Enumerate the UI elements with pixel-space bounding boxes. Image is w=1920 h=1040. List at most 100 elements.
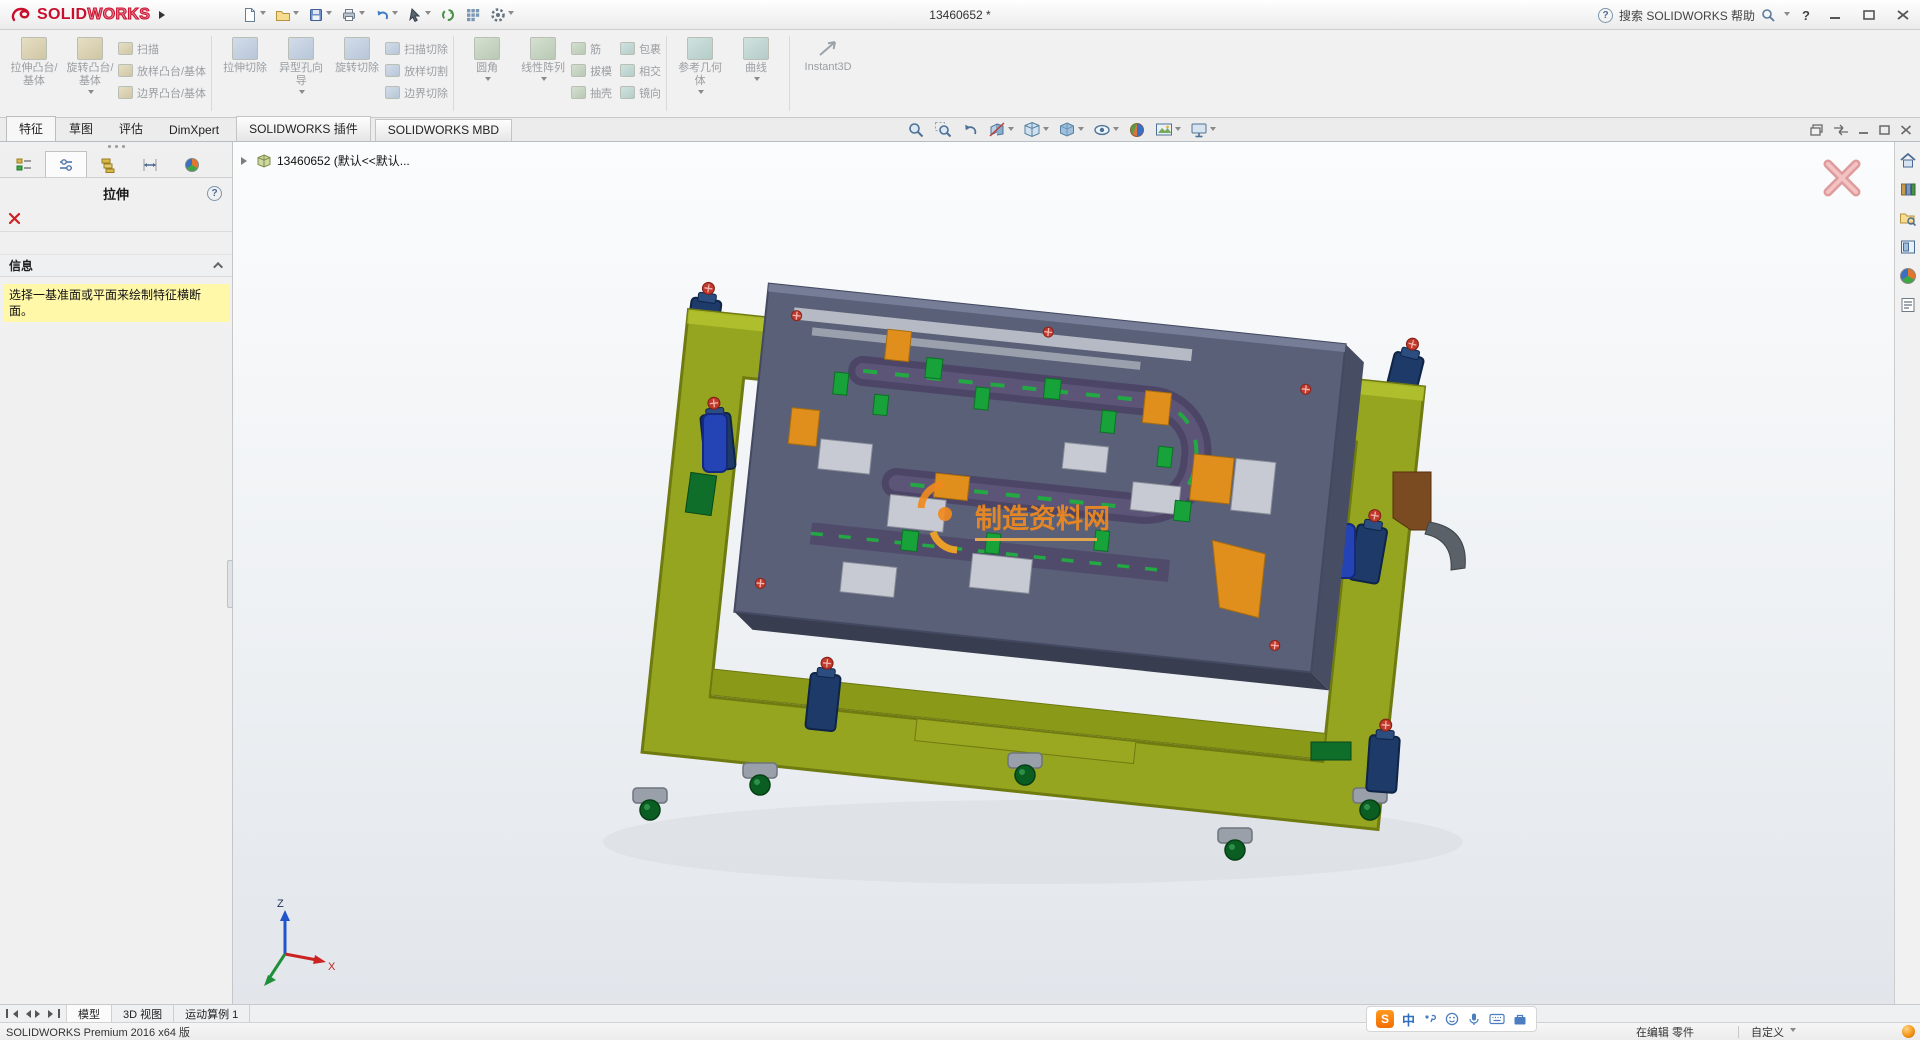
- punctuation-icon[interactable]: [1423, 1012, 1437, 1026]
- panel-grip[interactable]: [0, 142, 232, 151]
- linear-pattern-button[interactable]: 线性阵列: [515, 32, 571, 115]
- extruded-boss-button[interactable]: 拉伸凸台/基体: [6, 32, 62, 115]
- graphics-viewport[interactable]: 13460652 (默认<<默认...: [233, 142, 1894, 1004]
- display-manager-tab[interactable]: [171, 151, 213, 177]
- zoom-area-button[interactable]: [932, 120, 954, 140]
- property-manager-tab[interactable]: [45, 151, 87, 177]
- doc-window-minimize-icon[interactable]: [1858, 125, 1870, 135]
- instant3d-button[interactable]: Instant3D: [795, 32, 861, 115]
- view-settings-button[interactable]: [1188, 120, 1218, 140]
- section-view-button[interactable]: [986, 120, 1016, 140]
- display-style-button[interactable]: [1056, 120, 1086, 140]
- fixture-plate[interactable]: [733, 284, 1366, 691]
- swept-boss-button[interactable]: 扫描: [118, 41, 206, 56]
- extruded-cut-button[interactable]: 拉伸切除: [217, 32, 273, 115]
- mirror-button[interactable]: 镜向: [620, 85, 661, 100]
- zoom-fit-button[interactable]: [905, 120, 927, 140]
- apply-scene-button[interactable]: [1153, 120, 1183, 140]
- panel-splitter-handle[interactable]: [227, 560, 233, 608]
- view-orientation-button[interactable]: [1021, 120, 1051, 140]
- boundary-boss-button[interactable]: 边界凸台/基体: [118, 85, 206, 100]
- doc-window-close-icon[interactable]: [1900, 125, 1912, 135]
- save-button[interactable]: [305, 3, 335, 27]
- view-palette-icon[interactable]: [1900, 239, 1916, 255]
- shell-button[interactable]: 抽壳: [571, 85, 612, 100]
- draft-button[interactable]: 拔模: [571, 63, 612, 78]
- doc-window-maximize-icon[interactable]: [1879, 125, 1891, 135]
- lofted-cut-button[interactable]: 放样切割: [385, 63, 448, 78]
- ime-mode-toggle[interactable]: 中: [1402, 1010, 1415, 1029]
- rebuild-icon: [440, 7, 456, 23]
- message-section-header[interactable]: 信息: [0, 254, 232, 277]
- brand-expand-arrow-icon[interactable]: [159, 11, 169, 19]
- search-box[interactable]: ? 搜索 SOLIDWORKS 帮助: [1598, 7, 1790, 24]
- rib-button[interactable]: 筋: [571, 41, 612, 56]
- tab-model[interactable]: 模型: [67, 1005, 112, 1022]
- feature-tree-overlay[interactable]: 13460652 (默认<<默认...: [241, 152, 410, 169]
- window-close-button[interactable]: [1890, 5, 1916, 25]
- swept-cut-button[interactable]: 扫描切除: [385, 41, 448, 56]
- tab-sketch[interactable]: 草图: [56, 116, 106, 141]
- first-tab-button[interactable]: [6, 1009, 18, 1018]
- lofted-boss-button[interactable]: 放样凸台/基体: [118, 63, 206, 78]
- tab-motion-study[interactable]: 运动算例 1: [174, 1005, 250, 1022]
- tab-evaluate[interactable]: 评估: [106, 116, 156, 141]
- file-properties-button[interactable]: [462, 3, 484, 27]
- emoji-icon[interactable]: [1445, 1012, 1459, 1026]
- options-button[interactable]: [487, 3, 517, 27]
- new-document-button[interactable]: [239, 3, 269, 27]
- tab-3d-views[interactable]: 3D 视图: [112, 1005, 174, 1022]
- customize-menu[interactable]: 自定义: [1751, 1024, 1796, 1040]
- search-icon[interactable]: [1761, 8, 1776, 23]
- next-tab-button[interactable]: [35, 1010, 44, 1018]
- tab-dimxpert[interactable]: DimXpert: [156, 119, 232, 141]
- window-minimize-button[interactable]: [1822, 5, 1848, 25]
- confirmation-corner-cancel-icon[interactable]: [1820, 156, 1864, 200]
- previous-tab-button[interactable]: [22, 1010, 31, 1018]
- hole-wizard-button[interactable]: 异型孔向导: [273, 32, 329, 115]
- open-button[interactable]: [272, 3, 302, 27]
- doc-window-restore-icon[interactable]: [1810, 124, 1824, 136]
- reference-geometry-button[interactable]: 参考几何体: [672, 32, 728, 115]
- revolved-cut-button[interactable]: 旋转切除: [329, 32, 385, 115]
- fillet-button[interactable]: 圆角: [459, 32, 515, 115]
- tab-mbd[interactable]: SOLIDWORKS MBD: [375, 119, 512, 141]
- doc-window-switch-icon[interactable]: [1833, 124, 1849, 136]
- boundary-cut-button[interactable]: 边界切除: [385, 85, 448, 100]
- design-library-icon[interactable]: [1900, 181, 1916, 197]
- intersect-button[interactable]: 相交: [620, 63, 661, 78]
- feature-tree-root-label[interactable]: 13460652 (默认<<默认...: [277, 152, 410, 169]
- hide-show-items-button[interactable]: [1091, 120, 1121, 140]
- file-explorer-icon[interactable]: [1899, 210, 1916, 226]
- revolved-boss-button[interactable]: 旋转凸台/基体: [62, 32, 118, 115]
- sogou-logo-icon[interactable]: S: [1376, 1010, 1394, 1028]
- property-manager-help-icon[interactable]: ?: [207, 186, 222, 201]
- toolbox-icon[interactable]: [1513, 1013, 1527, 1026]
- wrap-button[interactable]: 包裹: [620, 41, 661, 56]
- sogou-ball-icon[interactable]: [1902, 1025, 1915, 1038]
- tab-features[interactable]: 特征: [6, 116, 56, 141]
- previous-view-button[interactable]: [959, 120, 981, 140]
- select-button[interactable]: [404, 3, 434, 27]
- window-maximize-button[interactable]: [1856, 5, 1882, 25]
- rebuild-button[interactable]: [437, 3, 459, 27]
- curves-button[interactable]: 曲线: [728, 32, 784, 115]
- configuration-manager-tab[interactable]: [87, 151, 129, 177]
- mic-icon[interactable]: [1467, 1012, 1481, 1026]
- ed it-appearance-button[interactable]: [1126, 120, 1148, 140]
- last-tab-button[interactable]: [48, 1009, 60, 1018]
- dimxpert-manager-tab[interactable]: [129, 151, 171, 177]
- cancel-command-button[interactable]: [8, 212, 21, 225]
- feature-manager-tab[interactable]: [3, 151, 45, 177]
- appearances-icon[interactable]: [1900, 268, 1916, 284]
- tab-addins[interactable]: SOLIDWORKS 插件: [236, 116, 371, 141]
- expand-arrow-icon[interactable]: [241, 157, 251, 165]
- model-3d-view[interactable]: 制造资料网 Z X: [233, 142, 1894, 1004]
- chevron-down-icon[interactable]: [1784, 12, 1790, 19]
- keyboard-icon[interactable]: [1489, 1013, 1505, 1025]
- help-button[interactable]: ?: [1798, 8, 1814, 23]
- home-icon[interactable]: [1899, 152, 1917, 168]
- print-button[interactable]: [338, 3, 368, 27]
- custom-properties-icon[interactable]: [1900, 297, 1916, 313]
- undo-button[interactable]: [371, 3, 401, 27]
